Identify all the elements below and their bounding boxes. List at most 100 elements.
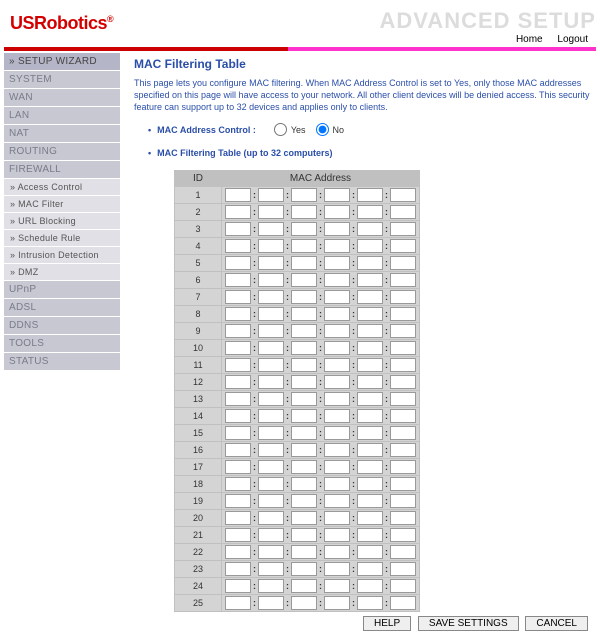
mac-octet-input[interactable] (357, 409, 383, 423)
mac-octet-input[interactable] (291, 579, 317, 593)
mac-octet-input[interactable] (258, 511, 284, 525)
mac-octet-input[interactable] (324, 562, 350, 576)
mac-octet-input[interactable] (324, 409, 350, 423)
mac-octet-input[interactable] (357, 239, 383, 253)
mac-octet-input[interactable] (291, 443, 317, 457)
mac-octet-input[interactable] (225, 273, 251, 287)
mac-octet-input[interactable] (225, 358, 251, 372)
mac-octet-input[interactable] (357, 494, 383, 508)
mac-octet-input[interactable] (225, 222, 251, 236)
mac-octet-input[interactable] (390, 443, 416, 457)
mac-octet-input[interactable] (258, 392, 284, 406)
mac-control-yes-radio[interactable] (274, 123, 287, 136)
mac-octet-input[interactable] (258, 375, 284, 389)
mac-octet-input[interactable] (225, 511, 251, 525)
sidebar-item[interactable]: » Schedule Rule (4, 230, 120, 247)
sidebar-item[interactable]: » DMZ (4, 264, 120, 281)
save-settings-button[interactable]: SAVE SETTINGS (418, 616, 519, 631)
mac-octet-input[interactable] (324, 460, 350, 474)
mac-octet-input[interactable] (390, 562, 416, 576)
sidebar-item[interactable]: WAN (4, 89, 120, 107)
mac-octet-input[interactable] (291, 358, 317, 372)
mac-octet-input[interactable] (357, 443, 383, 457)
mac-octet-input[interactable] (357, 188, 383, 202)
mac-octet-input[interactable] (324, 545, 350, 559)
mac-octet-input[interactable] (258, 562, 284, 576)
mac-octet-input[interactable] (357, 562, 383, 576)
mac-octet-input[interactable] (324, 528, 350, 542)
mac-octet-input[interactable] (225, 477, 251, 491)
sidebar-item[interactable]: ROUTING (4, 143, 120, 161)
logout-link[interactable]: Logout (551, 34, 594, 45)
mac-octet-input[interactable] (390, 358, 416, 372)
sidebar-item[interactable]: DDNS (4, 317, 120, 335)
mac-octet-input[interactable] (291, 494, 317, 508)
mac-octet-input[interactable] (357, 460, 383, 474)
mac-octet-input[interactable] (390, 596, 416, 610)
mac-octet-input[interactable] (225, 528, 251, 542)
mac-octet-input[interactable] (390, 307, 416, 321)
sidebar-item[interactable]: NAT (4, 125, 120, 143)
mac-octet-input[interactable] (258, 188, 284, 202)
mac-octet-input[interactable] (225, 205, 251, 219)
mac-octet-input[interactable] (324, 358, 350, 372)
home-link[interactable]: Home (510, 34, 549, 45)
mac-octet-input[interactable] (357, 358, 383, 372)
mac-octet-input[interactable] (258, 222, 284, 236)
mac-octet-input[interactable] (390, 511, 416, 525)
sidebar-item[interactable]: » Intrusion Detection (4, 247, 120, 264)
mac-octet-input[interactable] (390, 460, 416, 474)
mac-octet-input[interactable] (291, 562, 317, 576)
mac-octet-input[interactable] (390, 239, 416, 253)
mac-octet-input[interactable] (225, 324, 251, 338)
mac-octet-input[interactable] (324, 494, 350, 508)
mac-octet-input[interactable] (258, 256, 284, 270)
mac-octet-input[interactable] (390, 273, 416, 287)
mac-octet-input[interactable] (291, 596, 317, 610)
mac-octet-input[interactable] (225, 341, 251, 355)
mac-octet-input[interactable] (324, 511, 350, 525)
mac-octet-input[interactable] (258, 273, 284, 287)
mac-octet-input[interactable] (357, 545, 383, 559)
mac-octet-input[interactable] (258, 341, 284, 355)
mac-control-no-radio[interactable] (316, 123, 329, 136)
mac-octet-input[interactable] (258, 409, 284, 423)
mac-octet-input[interactable] (357, 528, 383, 542)
mac-octet-input[interactable] (324, 426, 350, 440)
mac-octet-input[interactable] (357, 205, 383, 219)
mac-octet-input[interactable] (291, 290, 317, 304)
mac-octet-input[interactable] (258, 205, 284, 219)
mac-octet-input[interactable] (357, 477, 383, 491)
mac-octet-input[interactable] (324, 392, 350, 406)
mac-octet-input[interactable] (225, 307, 251, 321)
mac-octet-input[interactable] (324, 290, 350, 304)
mac-octet-input[interactable] (225, 545, 251, 559)
mac-octet-input[interactable] (390, 426, 416, 440)
mac-octet-input[interactable] (225, 239, 251, 253)
mac-octet-input[interactable] (324, 443, 350, 457)
mac-octet-input[interactable] (225, 392, 251, 406)
mac-octet-input[interactable] (258, 494, 284, 508)
mac-octet-input[interactable] (390, 545, 416, 559)
mac-octet-input[interactable] (357, 375, 383, 389)
mac-octet-input[interactable] (225, 443, 251, 457)
mac-octet-input[interactable] (357, 341, 383, 355)
mac-octet-input[interactable] (225, 562, 251, 576)
mac-octet-input[interactable] (258, 239, 284, 253)
mac-octet-input[interactable] (390, 222, 416, 236)
mac-octet-input[interactable] (225, 256, 251, 270)
sidebar-item[interactable]: » URL Blocking (4, 213, 120, 230)
mac-octet-input[interactable] (291, 528, 317, 542)
mac-octet-input[interactable] (357, 579, 383, 593)
mac-octet-input[interactable] (324, 375, 350, 389)
mac-octet-input[interactable] (324, 239, 350, 253)
mac-octet-input[interactable] (291, 239, 317, 253)
sidebar-item[interactable]: TOOLS (4, 335, 120, 353)
mac-octet-input[interactable] (390, 477, 416, 491)
mac-octet-input[interactable] (225, 188, 251, 202)
mac-octet-input[interactable] (258, 528, 284, 542)
mac-octet-input[interactable] (357, 256, 383, 270)
mac-octet-input[interactable] (225, 460, 251, 474)
mac-octet-input[interactable] (324, 341, 350, 355)
mac-octet-input[interactable] (291, 307, 317, 321)
